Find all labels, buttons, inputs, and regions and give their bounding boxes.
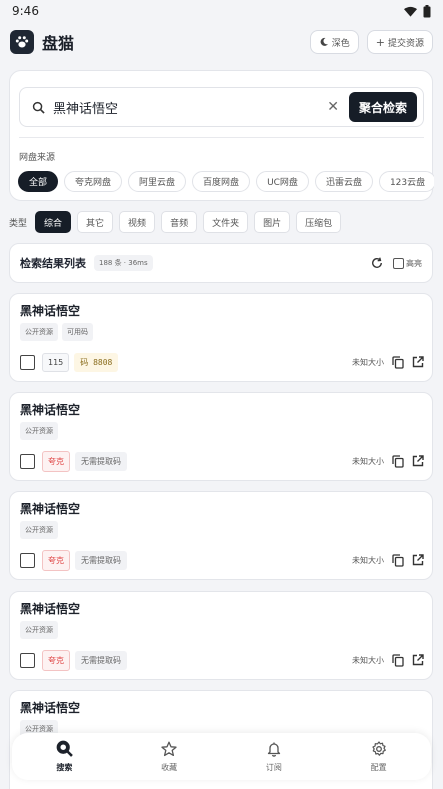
type-chip-audio[interactable]: 音频 xyxy=(161,211,198,233)
result-card[interactable]: 黑神话悟空 公开资源 夸克 无需提取码 未知大小 xyxy=(9,392,433,481)
battery-icon xyxy=(423,4,431,17)
code-available-tag: 可用码 xyxy=(62,323,93,341)
copy-icon[interactable] xyxy=(392,653,404,667)
file-size: 未知大小 xyxy=(352,555,384,565)
moon-icon xyxy=(320,37,328,46)
result-title[interactable]: 黑神话悟空 xyxy=(20,401,80,418)
result-title[interactable]: 黑神话悟空 xyxy=(20,699,80,716)
nav-item-settings[interactable]: 配置 xyxy=(326,733,431,780)
public-tag: 公开资源 xyxy=(20,521,58,539)
public-tag: 公开资源 xyxy=(20,422,58,440)
status-time: 9:46 xyxy=(12,4,39,18)
select-checkbox[interactable] xyxy=(20,354,35,370)
source-chip-123[interactable]: 123云盘 xyxy=(378,171,434,192)
type-filter-row: 类型 综合 其它 视频 音频 文件夹 图片 压缩包 xyxy=(9,211,342,233)
select-checkbox[interactable] xyxy=(20,453,35,469)
nav-item-subscriptions[interactable]: 订阅 xyxy=(222,733,327,780)
search-icon xyxy=(32,101,45,114)
app-title: 盘猫 xyxy=(42,34,75,53)
theme-toggle-button[interactable]: 深色 xyxy=(309,30,359,54)
paw-icon xyxy=(15,36,29,48)
type-chip-all[interactable]: 综合 xyxy=(35,211,72,233)
refresh-icon[interactable] xyxy=(371,257,383,269)
public-tag: 公开资源 xyxy=(20,323,58,341)
disk-badge: 夸克 xyxy=(42,549,70,571)
file-size: 未知大小 xyxy=(352,655,384,665)
type-chip-video[interactable]: 视频 xyxy=(119,211,156,233)
type-chip-other[interactable]: 其它 xyxy=(77,211,114,233)
bell-icon xyxy=(267,742,281,757)
gear-icon xyxy=(372,740,386,756)
public-tag: 公开资源 xyxy=(20,621,58,639)
open-link-icon[interactable] xyxy=(412,654,424,666)
access-code: 无需提取码 xyxy=(75,650,127,670)
copy-icon[interactable] xyxy=(392,355,404,369)
result-card[interactable]: 黑神话悟空 公开资源 可用码 115 码 8808 未知大小 xyxy=(9,293,433,382)
source-chip-baidu[interactable]: 百度网盘 xyxy=(192,171,251,192)
source-chip-aliyun[interactable]: 阿里云盘 xyxy=(128,171,187,192)
source-label: 网盘来源 xyxy=(19,153,56,163)
source-chip-uc[interactable]: UC网盘 xyxy=(256,171,309,192)
nav-label: 订阅 xyxy=(265,762,282,772)
highlight-toggle[interactable]: 高亮 xyxy=(393,257,422,269)
clear-icon[interactable]: ✕ xyxy=(327,99,339,115)
result-title[interactable]: 黑神话悟空 xyxy=(20,600,80,617)
open-link-icon[interactable] xyxy=(412,356,424,368)
access-code: 无需提取码 xyxy=(75,451,127,471)
theme-toggle-label: 深色 xyxy=(331,38,350,49)
app-logo xyxy=(10,30,34,54)
select-checkbox[interactable] xyxy=(20,552,35,568)
disk-badge: 115 xyxy=(42,352,70,372)
open-link-icon[interactable] xyxy=(412,455,424,467)
search-query[interactable]: 黑神话悟空 xyxy=(53,98,327,117)
disk-badge: 夸克 xyxy=(42,649,70,671)
results-meta: 188 条 · 36ms xyxy=(94,255,153,271)
open-link-icon[interactable] xyxy=(412,554,424,566)
nav-label: 搜索 xyxy=(56,763,73,772)
access-code: 码 8808 xyxy=(74,352,119,372)
source-chip-quark[interactable]: 夸克网盘 xyxy=(64,171,123,192)
source-chip-xunlei[interactable]: 迅雷云盘 xyxy=(314,171,373,192)
aggregate-search-button[interactable]: 聚合检索 xyxy=(348,92,417,122)
file-size: 未知大小 xyxy=(352,357,384,367)
disk-badge: 夸克 xyxy=(42,450,70,472)
status-icons xyxy=(404,4,431,18)
status-bar: 9:46 xyxy=(0,0,443,22)
submit-resource-label: 提交资源 xyxy=(387,38,424,49)
search-icon xyxy=(56,740,73,757)
file-size: 未知大小 xyxy=(352,456,384,466)
result-card[interactable]: 黑神话悟空 公开资源 夸克 无需提取码 未知大小 xyxy=(9,591,433,680)
plus-icon: + xyxy=(375,35,385,49)
app-bar: 盘猫 深色 + 提交资源 xyxy=(0,24,443,60)
star-icon xyxy=(161,741,177,756)
nav-item-search[interactable]: 搜索 xyxy=(12,733,117,780)
copy-icon[interactable] xyxy=(392,454,404,468)
result-title[interactable]: 黑神话悟空 xyxy=(20,500,80,517)
nav-label: 配置 xyxy=(370,762,387,772)
access-code: 无需提取码 xyxy=(75,550,127,570)
copy-icon[interactable] xyxy=(392,553,404,567)
source-chip-all[interactable]: 全部 xyxy=(18,171,59,192)
source-chips: 全部 夸克网盘 阿里云盘 百度网盘 UC网盘 迅雷云盘 123云盘 1 xyxy=(18,171,434,192)
nav-item-favorites[interactable]: 收藏 xyxy=(117,733,222,780)
type-chip-folder[interactable]: 文件夹 xyxy=(203,211,249,233)
search-card: 黑神话悟空 ✕ 聚合检索 网盘来源 全部 夸克网盘 阿里云盘 百度网盘 UC网盘… xyxy=(9,70,434,201)
type-chip-archive[interactable]: 压缩包 xyxy=(296,211,342,233)
wifi-icon xyxy=(404,6,417,17)
highlight-checkbox[interactable] xyxy=(393,257,404,269)
nav-label: 收藏 xyxy=(161,762,178,772)
search-input[interactable]: 黑神话悟空 ✕ 聚合检索 xyxy=(19,87,424,127)
type-label: 类型 xyxy=(9,218,28,229)
select-checkbox[interactable] xyxy=(20,652,35,668)
bottom-nav: 搜索 收藏 订阅 配置 xyxy=(12,733,431,780)
highlight-label: 高亮 xyxy=(406,258,422,268)
divider xyxy=(19,137,424,138)
results-header: 检索结果列表 188 条 · 36ms 高亮 xyxy=(9,243,433,283)
result-title[interactable]: 黑神话悟空 xyxy=(20,302,80,319)
submit-resource-button[interactable]: + 提交资源 xyxy=(366,30,433,54)
type-chip-image[interactable]: 图片 xyxy=(254,211,291,233)
results-title: 检索结果列表 xyxy=(20,257,86,270)
result-card[interactable]: 黑神话悟空 公开资源 夸克 无需提取码 未知大小 xyxy=(9,491,433,580)
